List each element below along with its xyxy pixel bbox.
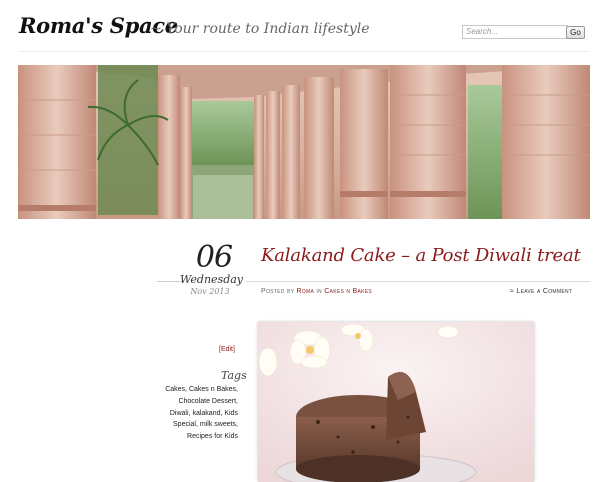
header-divider: [18, 51, 590, 52]
post-image[interactable]: [258, 322, 534, 482]
tag-link[interactable]: Diwali,: [170, 410, 191, 417]
post-divider: [246, 281, 590, 282]
tag-link[interactable]: Special,: [173, 421, 198, 428]
category-link[interactable]: Cakes n Bakes: [324, 288, 372, 295]
tag-link[interactable]: Kids: [224, 410, 238, 417]
post-meta: Posted by Roma in Cakes n Bakes: [261, 288, 372, 295]
tag-link[interactable]: milk sweets,: [200, 421, 238, 428]
meta-prefix: Posted by: [261, 288, 297, 295]
tag-link[interactable]: Cakes,: [165, 386, 187, 393]
tag-link[interactable]: Recipes for Kids: [187, 433, 238, 440]
header-banner-image: [18, 65, 590, 219]
tag-link[interactable]: Chocolate Dessert,: [178, 398, 238, 405]
search-input[interactable]: Search...: [462, 25, 568, 39]
post-date-month: Nov 2013: [190, 287, 230, 296]
leave-comment-link[interactable]: ≈ Leave a Comment: [510, 288, 572, 295]
tag-link[interactable]: Cakes n Bakes,: [189, 386, 238, 393]
tags-heading: Tags: [221, 369, 247, 382]
go-button[interactable]: Go: [566, 26, 585, 39]
post-date-weekday: Wednesday: [180, 273, 244, 286]
tags-list: Cakes, Cakes n Bakes, Chocolate Dessert,…: [150, 384, 238, 443]
author-link[interactable]: Roma: [296, 288, 314, 295]
edit-link[interactable]: [Edit]: [219, 346, 235, 353]
post-title[interactable]: Kalakand Cake – a Post Diwali treat: [261, 245, 581, 266]
tag-link[interactable]: kalakand,: [192, 410, 222, 417]
post-date-day: 06: [195, 240, 233, 275]
meta-mid: in: [314, 288, 325, 295]
site-tagline: ~ Your route to Indian lifestyle: [150, 21, 370, 37]
